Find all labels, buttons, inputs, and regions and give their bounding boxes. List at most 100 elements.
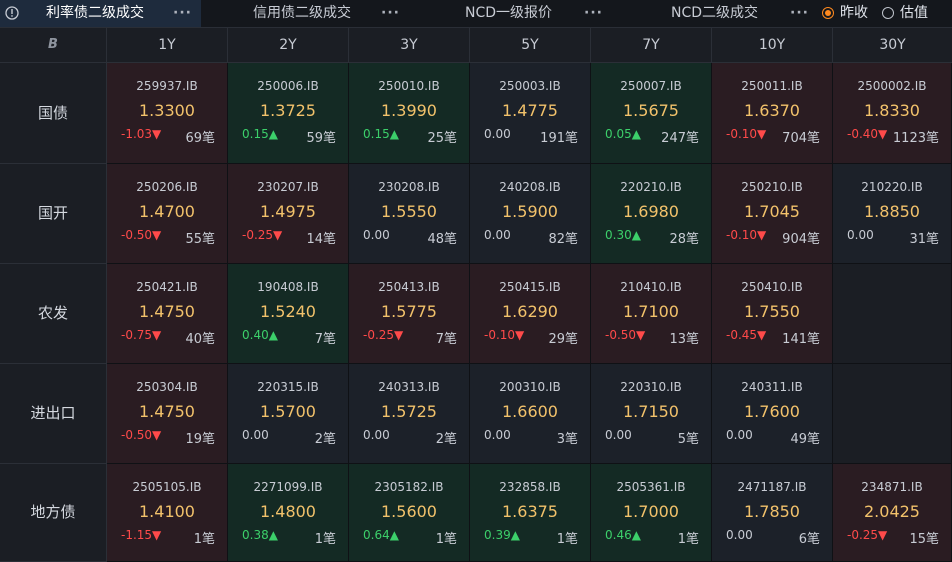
change-value: -0.45▼ (726, 328, 767, 342)
tab-menu-icon[interactable]: ··· (173, 0, 192, 27)
bond-code: 210220.IB (861, 180, 923, 194)
quote-cell[interactable]: 2471187.IB 1.7850 0.00 6笔 (712, 464, 833, 562)
change-value: 0.00 (363, 228, 390, 242)
change-value: -0.25▼ (242, 228, 283, 242)
row-label: 地方债 (0, 464, 107, 562)
trade-count: 7笔 (435, 332, 457, 347)
quote-cell[interactable]: 210220.IB 1.8850 0.00 31笔 (833, 164, 952, 264)
trade-count: 247笔 (661, 131, 699, 146)
change-value: -0.75▼ (121, 328, 162, 342)
quote-cell[interactable]: 2305182.IB 1.5600 0.64▲ 1笔 (349, 464, 470, 562)
column-header[interactable]: 3Y (349, 28, 470, 63)
empty-cell (833, 364, 952, 464)
yield-value: 1.4775 (502, 101, 558, 120)
quote-cell[interactable]: 2505105.IB 1.4100 -1.15▼ 1笔 (107, 464, 228, 562)
tab-menu-icon[interactable]: ··· (584, 0, 603, 27)
trade-count: 13笔 (669, 332, 699, 347)
change-value: -0.25▼ (363, 328, 404, 342)
tab-ncd-primary[interactable]: NCD一级报价 ··· (408, 0, 612, 27)
tab-menu-icon[interactable]: ··· (790, 0, 809, 27)
quote-cell[interactable]: 250007.IB 1.5675 0.05▲ 247笔 (591, 63, 712, 164)
trade-count: 40笔 (185, 332, 215, 347)
trade-count: 191笔 (540, 131, 578, 146)
quote-cell[interactable]: 210410.IB 1.7100 -0.50▼ 13笔 (591, 264, 712, 364)
quote-cell[interactable]: 240311.IB 1.7600 0.00 49笔 (712, 364, 833, 464)
tab-label: NCD一级报价 (465, 5, 553, 21)
quote-cell[interactable]: 230208.IB 1.5550 0.00 48笔 (349, 164, 470, 264)
quote-cell[interactable]: 240313.IB 1.5725 0.00 2笔 (349, 364, 470, 464)
trade-count: 1笔 (193, 532, 215, 547)
yield-value: 1.3300 (139, 101, 195, 120)
change-value: -1.15▼ (121, 528, 162, 542)
bond-code: 230208.IB (378, 180, 440, 194)
bond-code: 250006.IB (257, 79, 319, 93)
trade-count: 19笔 (185, 432, 215, 447)
quote-cell[interactable]: 234871.IB 2.0425 -0.25▼ 15笔 (833, 464, 952, 562)
tab-ncd-secondary[interactable]: NCD二级成交 ··· (612, 0, 812, 27)
bond-code: 250210.IB (741, 180, 803, 194)
quote-cell[interactable]: 250006.IB 1.3725 0.15▲ 59笔 (228, 63, 349, 164)
quote-cell[interactable]: 220310.IB 1.7150 0.00 5笔 (591, 364, 712, 464)
trade-count: 14笔 (306, 232, 336, 247)
trade-count: 1笔 (677, 532, 699, 547)
quote-cell[interactable]: 250010.IB 1.3990 0.15▲ 25笔 (349, 63, 470, 164)
column-header[interactable]: 10Y (712, 28, 833, 63)
tab-credit-bond-secondary[interactable]: 信用债二级成交 ··· (201, 0, 408, 27)
yield-value: 1.6375 (502, 502, 558, 521)
quote-cell[interactable]: 250421.IB 1.4750 -0.75▼ 40笔 (107, 264, 228, 364)
change-value: -0.50▼ (121, 428, 162, 442)
yield-value: 1.6600 (502, 402, 558, 421)
column-header[interactable]: 30Y (833, 28, 952, 63)
bond-code: 240311.IB (741, 380, 803, 394)
trade-count: 49笔 (790, 432, 820, 447)
yield-value: 1.7000 (623, 502, 679, 521)
column-header[interactable]: 7Y (591, 28, 712, 63)
brand-logo-icon: B (48, 37, 58, 52)
quote-cell[interactable]: 250210.IB 1.7045 -0.10▼ 904笔 (712, 164, 833, 264)
trade-count: 15笔 (909, 532, 939, 547)
quote-cell[interactable]: 200310.IB 1.6600 0.00 3笔 (470, 364, 591, 464)
change-value: -0.50▼ (121, 228, 162, 242)
quote-cell[interactable]: 232858.IB 1.6375 0.39▲ 1笔 (470, 464, 591, 562)
trade-count: 69笔 (185, 131, 215, 146)
yield-value: 1.3990 (381, 101, 437, 120)
tab-menu-icon[interactable]: ··· (381, 0, 400, 27)
change-value: 0.00 (484, 127, 511, 141)
quote-cell[interactable]: 250304.IB 1.4750 -0.50▼ 19笔 (107, 364, 228, 464)
bond-code: 2500002.IB (857, 79, 927, 93)
quote-cell[interactable]: 259937.IB 1.3300 -1.03▼ 69笔 (107, 63, 228, 164)
tab-label: 信用债二级成交 (253, 5, 351, 21)
column-header[interactable]: 2Y (228, 28, 349, 63)
quote-cell[interactable]: 250415.IB 1.6290 -0.10▼ 29笔 (470, 264, 591, 364)
column-header[interactable]: 1Y (107, 28, 228, 63)
quote-cell[interactable]: 250011.IB 1.6370 -0.10▼ 704笔 (712, 63, 833, 164)
bond-code: 250007.IB (620, 79, 682, 93)
quote-cell[interactable]: 220210.IB 1.6980 0.30▲ 28笔 (591, 164, 712, 264)
quote-cell[interactable]: 240208.IB 1.5900 0.00 82笔 (470, 164, 591, 264)
quote-cell[interactable]: 230207.IB 1.4975 -0.25▼ 14笔 (228, 164, 349, 264)
yield-value: 1.5700 (260, 402, 316, 421)
change-value: 0.15▲ (242, 127, 278, 141)
quote-cell[interactable]: 250003.IB 1.4775 0.00 191笔 (470, 63, 591, 164)
trade-count: 1笔 (314, 532, 336, 547)
quote-cell[interactable]: 2500002.IB 1.8330 -0.40▼ 1123笔 (833, 63, 952, 164)
trade-count: 1笔 (435, 532, 457, 547)
tab-rate-bond-secondary[interactable]: 利率债二级成交 ··· (0, 0, 201, 27)
yield-value: 1.5240 (260, 302, 316, 321)
quote-cell[interactable]: 190408.IB 1.5240 0.40▲ 7笔 (228, 264, 349, 364)
column-header[interactable]: 5Y (470, 28, 591, 63)
quote-cell[interactable]: 2271099.IB 1.4800 0.38▲ 1笔 (228, 464, 349, 562)
quote-cell[interactable]: 2505361.IB 1.7000 0.46▲ 1笔 (591, 464, 712, 562)
tab-label: 利率债二级成交 (46, 5, 144, 21)
bond-code: 2305182.IB (374, 480, 444, 494)
quote-cell[interactable]: 250206.IB 1.4700 -0.50▼ 55笔 (107, 164, 228, 264)
bond-code: 220210.IB (620, 180, 682, 194)
trade-count: 2笔 (435, 432, 457, 447)
empty-cell (833, 264, 952, 364)
row-label: 进出口 (0, 364, 107, 464)
info-icon[interactable] (4, 5, 20, 21)
quote-cell[interactable]: 250413.IB 1.5775 -0.25▼ 7笔 (349, 264, 470, 364)
quote-cell[interactable]: 250410.IB 1.7550 -0.45▼ 141笔 (712, 264, 833, 364)
yield-value: 1.5900 (502, 202, 558, 221)
quote-cell[interactable]: 220315.IB 1.5700 0.00 2笔 (228, 364, 349, 464)
